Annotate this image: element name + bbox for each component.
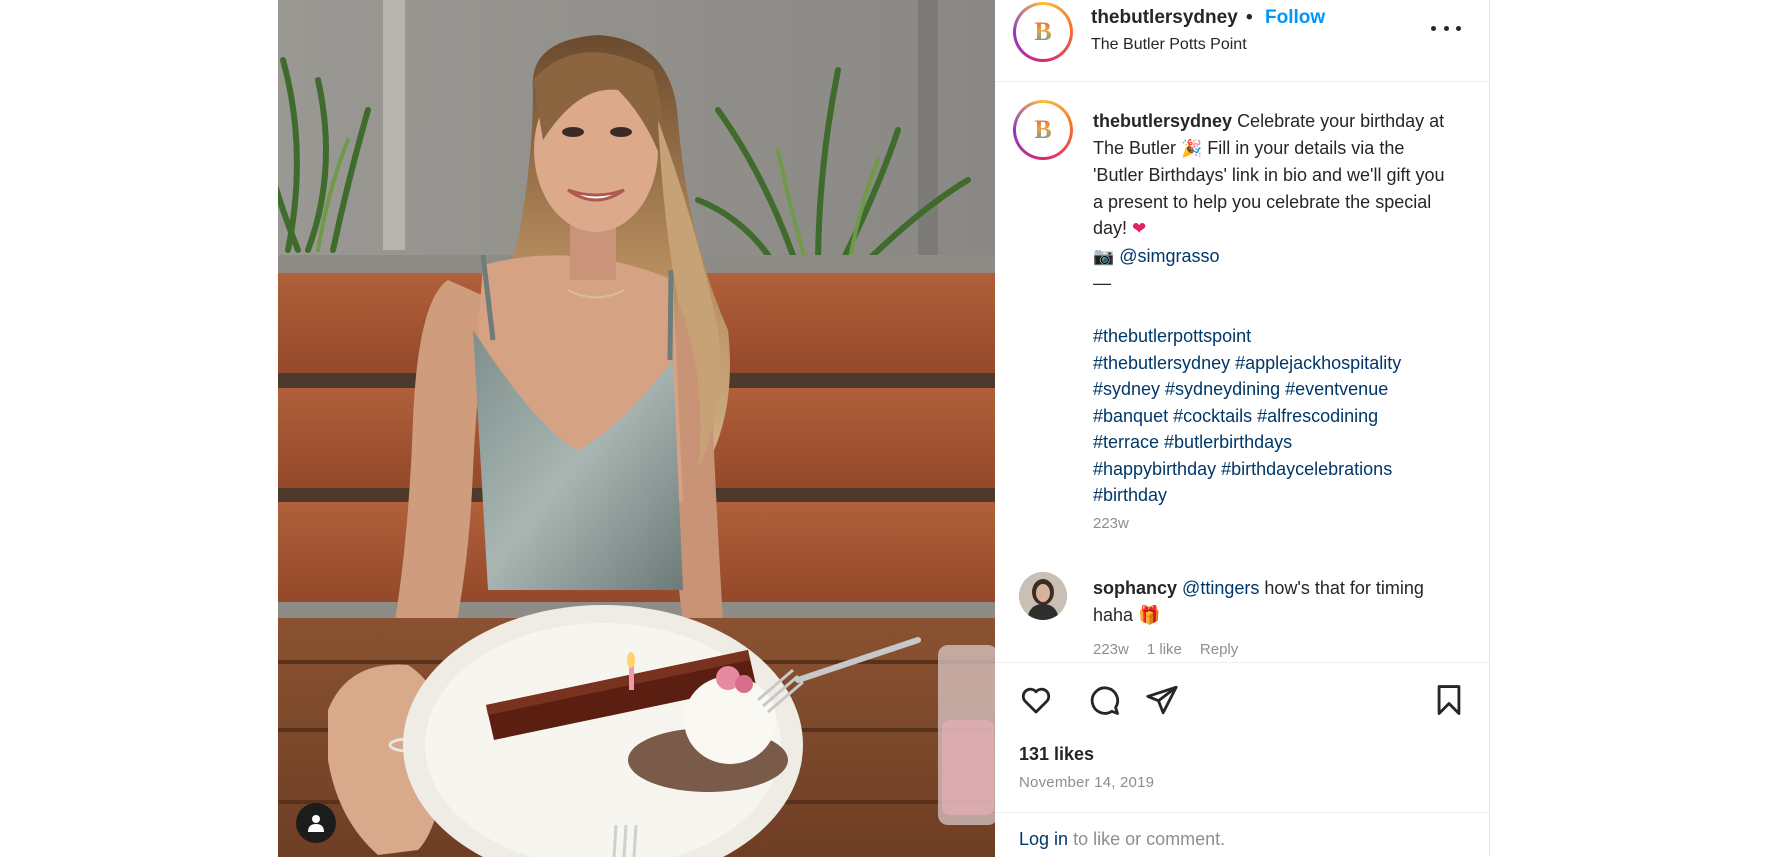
post-image[interactable] [278, 0, 995, 857]
comment-like-count[interactable]: 1 like [1147, 641, 1182, 658]
hashtags-line[interactable]: #happybirthday #birthdaycelebrations [1093, 459, 1392, 479]
camera-emoji: 📷 [1093, 246, 1115, 267]
hashtags-line[interactable]: #terrace #butlerbirthdays [1093, 432, 1292, 452]
post-caption: thebutlersydney Celebrate your birthday … [1093, 108, 1453, 509]
hashtags-line[interactable]: #thebutlerpottspoint [1093, 326, 1251, 346]
post-header: B thebutlersydney • Follow The Butler Po… [995, 0, 1489, 82]
caption-timestamp[interactable]: 223w [1093, 515, 1129, 532]
comments-section[interactable]: B thebutlersydney Celebrate your birthda… [995, 82, 1489, 662]
post-photo-illustration [278, 0, 995, 857]
location-link[interactable]: The Butler Potts Point [1091, 36, 1247, 54]
comment-icon[interactable] [1087, 683, 1121, 717]
party-emoji: 🎉 [1181, 138, 1203, 159]
comment-item: sophancy @ttingers how's that for timing… [1093, 575, 1433, 629]
user-tag-icon[interactable] [296, 803, 336, 843]
comment-mention-link[interactable]: @ttingers [1182, 578, 1259, 598]
heart-emoji: ❤ [1132, 219, 1147, 239]
post-details-panel: B thebutlersydney • Follow The Butler Po… [995, 0, 1490, 857]
hashtags-line[interactable]: #banquet #cocktails #alfrescodining [1093, 406, 1378, 426]
login-prompt: Log in to like or comment. [995, 812, 1489, 857]
comment-meta: 223w 1 like Reply [1093, 641, 1238, 658]
comment-username[interactable]: sophancy [1093, 578, 1177, 598]
post-date[interactable]: November 14, 2019 [1019, 774, 1154, 791]
heart-icon[interactable] [1019, 683, 1053, 717]
hashtags-line[interactable]: #thebutlersydney #applejackhospitality [1093, 353, 1401, 373]
follow-button[interactable]: Follow [1265, 7, 1325, 29]
caption-divider: — [1093, 273, 1111, 293]
account-username[interactable]: thebutlersydney [1091, 7, 1238, 29]
likes-count[interactable]: 131 likes [1019, 744, 1094, 765]
bookmark-icon[interactable] [1432, 683, 1466, 717]
gift-emoji: 🎁 [1138, 605, 1161, 626]
login-link[interactable]: Log in [1019, 829, 1068, 849]
login-prompt-text: to like or comment. [1073, 829, 1226, 849]
avatar-letter: B [1034, 115, 1052, 144]
commenter-avatar[interactable] [1019, 572, 1067, 620]
separator-dot: • [1246, 7, 1253, 28]
share-icon[interactable] [1145, 683, 1179, 717]
action-bar [995, 662, 1489, 724]
credit-mention-link[interactable]: @simgrasso [1119, 246, 1219, 266]
account-avatar[interactable]: B [1013, 2, 1073, 62]
hashtags-line[interactable]: #sydney #sydneydining #eventvenue [1093, 379, 1388, 399]
comment-timestamp[interactable]: 223w [1093, 641, 1129, 658]
reply-button[interactable]: Reply [1200, 641, 1238, 658]
more-options-icon[interactable] [1431, 18, 1461, 38]
avatar-letter: B [1034, 17, 1052, 46]
hashtags-line[interactable]: #birthday [1093, 485, 1167, 505]
caption-username[interactable]: thebutlersydney [1093, 111, 1232, 131]
caption-avatar[interactable]: B [1013, 100, 1073, 160]
